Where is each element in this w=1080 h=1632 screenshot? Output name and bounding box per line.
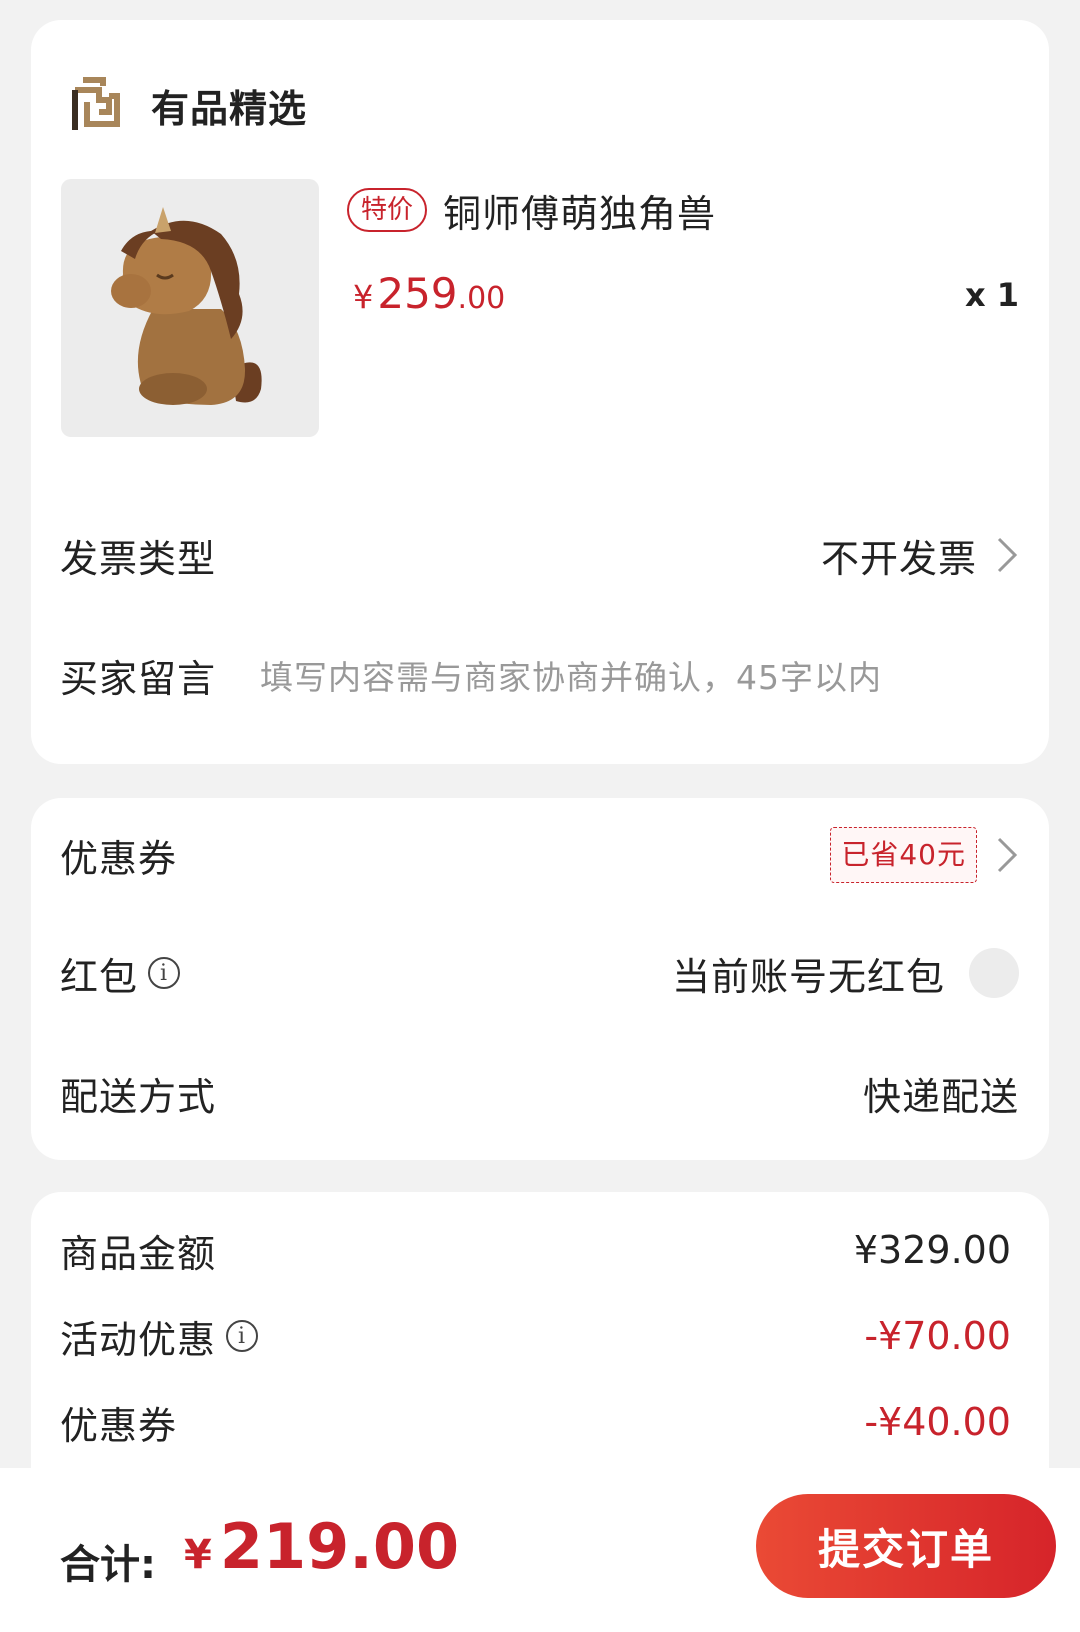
store-header[interactable]: 有品精选 (69, 60, 307, 150)
price-integer: 259 (377, 269, 458, 318)
coupon-value: 已省40元 (830, 827, 1019, 883)
red-packet-toggle[interactable] (969, 948, 1019, 998)
buyer-message-row: 买家留言 填写内容需与商家协商并确认，45字以内 (60, 640, 1019, 710)
total-label: 合计: (60, 1542, 156, 1588)
coupon-discount-label: 优惠券 (60, 1403, 178, 1448)
special-price-tag: 特价 (347, 188, 428, 232)
promo-discount-row: 活动优惠 i -¥70.00 (60, 1306, 1011, 1366)
store-name: 有品精选 (151, 86, 308, 131)
invoice-type-row[interactable]: 发票类型 不开发票 (60, 520, 1019, 590)
order-confirm-page: 有品精选 特价 铜师傅萌独角兽 ¥259.00 x 1 发票类型 不开发票 买家… (0, 0, 1080, 1632)
invoice-type-label: 发票类型 (60, 536, 217, 581)
product-title[interactable]: 铜师傅萌独角兽 (443, 183, 716, 238)
unicorn-figurine-image (111, 207, 262, 405)
goods-amount-value: ¥329.00 (853, 1228, 1011, 1272)
coupon-label: 优惠券 (60, 836, 178, 881)
red-packet-text: 当前账号无红包 (671, 954, 945, 999)
price-currency: ¥ (353, 278, 374, 316)
total-amount: ¥219.00 (184, 1510, 459, 1583)
price-summary-card: 商品金额 ¥329.00 活动优惠 i -¥70.00 优惠券 -¥40.00 (31, 1192, 1049, 1512)
info-icon[interactable]: i (226, 1320, 259, 1352)
promo-discount-label-group: 活动优惠 i (60, 1309, 259, 1364)
goods-amount-label: 商品金额 (60, 1231, 217, 1276)
youpin-logo-icon (72, 77, 120, 130)
chevron-right-icon (997, 837, 1018, 873)
promo-discount-value: -¥70.00 (864, 1314, 1011, 1358)
delivery-value: 快递配送 (862, 1074, 1019, 1119)
product-quantity: x 1 (964, 276, 1019, 314)
buyer-message-label: 买家留言 (60, 656, 217, 701)
checkout-bar: 合计: ¥219.00 提交订单 (0, 1468, 1080, 1632)
red-packet-label: 红包 (60, 954, 139, 999)
invoice-type-text: 不开发票 (820, 536, 977, 581)
coupon-discount-row: 优惠券 -¥40.00 (60, 1392, 1011, 1452)
product-price: ¥259.00 (353, 269, 505, 318)
info-icon[interactable]: i (148, 957, 181, 989)
goods-amount-row: 商品金额 ¥329.00 (60, 1220, 1011, 1280)
product-info: 特价 铜师傅萌独角兽 ¥259.00 x 1 (347, 182, 1019, 322)
discount-card: 优惠券 已省40元 红包 i 当前账号无红包 配送方式 快递配送 (31, 798, 1049, 1160)
store-card: 有品精选 特价 铜师傅萌独角兽 ¥259.00 x 1 发票类型 不开发票 买家… (31, 20, 1049, 764)
price-decimal: .00 (457, 281, 506, 316)
delivery-label: 配送方式 (60, 1074, 217, 1119)
coupon-discount-value: -¥40.00 (864, 1400, 1011, 1444)
coupon-saved-badge: 已省40元 (830, 827, 977, 883)
total-number: 219.00 (219, 1510, 460, 1583)
coupon-row[interactable]: 优惠券 已省40元 (60, 820, 1019, 890)
red-packet-label-group: 红包 i (60, 946, 181, 1001)
total-currency: ¥ (184, 1532, 212, 1578)
product-image[interactable] (61, 179, 319, 437)
chevron-right-icon (997, 537, 1018, 573)
buyer-message-input[interactable]: 填写内容需与商家协商并确认，45字以内 (260, 651, 882, 699)
submit-order-button[interactable]: 提交订单 (756, 1494, 1056, 1598)
invoice-type-value: 不开发票 (821, 528, 1019, 583)
delivery-row: 配送方式 快递配送 (60, 1058, 1019, 1128)
promo-discount-label: 活动优惠 (60, 1317, 217, 1362)
red-packet-row: 红包 i 当前账号无红包 (60, 938, 1019, 1008)
red-packet-value: 当前账号无红包 (672, 946, 1019, 1001)
